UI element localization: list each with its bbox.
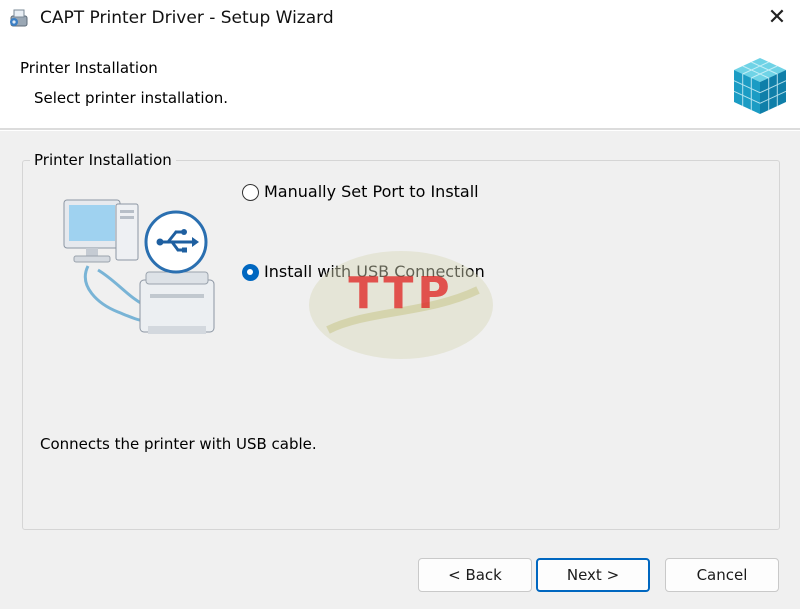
wizard-header: Printer Installation Select printer inst… — [0, 34, 800, 128]
close-button[interactable]: ✕ — [754, 0, 800, 34]
usb-connection-illustration-icon — [63, 199, 215, 334]
manual-port-label: Manually Set Port to Install — [264, 182, 479, 201]
manual-port-option[interactable]: Manually Set Port to Install — [242, 181, 479, 203]
watermark-text: TTP — [348, 268, 453, 319]
manual-port-radio[interactable] — [242, 183, 259, 201]
group-label: Printer Installation — [30, 150, 176, 170]
header-separator — [0, 128, 800, 131]
setup-cube-icon — [733, 58, 787, 114]
window-title: CAPT Printer Driver - Setup Wizard — [40, 8, 334, 28]
back-button[interactable]: < Back — [418, 558, 532, 592]
usb-connection-radio[interactable] — [242, 263, 259, 281]
setup-app-icon — [10, 9, 28, 27]
header-subtitle: Select printer installation. — [34, 89, 229, 107]
cancel-button[interactable]: Cancel — [665, 558, 779, 592]
option-description: Connects the printer with USB cable. — [40, 435, 317, 453]
next-button[interactable]: Next > — [536, 558, 650, 592]
ttp-watermark-logo: TTP — [309, 251, 493, 359]
title-bar: CAPT Printer Driver - Setup Wizard ✕ — [0, 0, 800, 34]
header-title: Printer Installation — [20, 59, 158, 77]
close-icon: ✕ — [767, 4, 787, 30]
